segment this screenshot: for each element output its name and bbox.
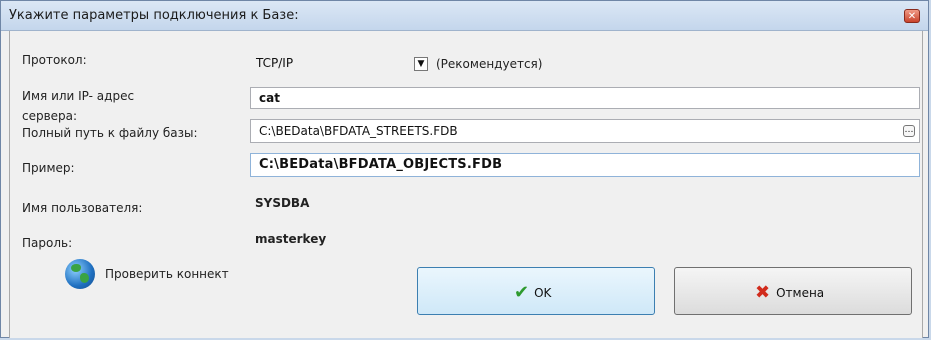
check-icon: ✔	[514, 282, 530, 303]
password-label: Пароль:	[22, 236, 73, 250]
check-connection-button[interactable]: Проверить коннект	[65, 257, 265, 297]
example-label: Пример:	[22, 161, 75, 175]
check-connection-label: Проверить коннект	[105, 267, 229, 281]
protocol-select[interactable]: TCP/IP ▼	[250, 53, 430, 75]
dialog-title: Укажите параметры подключения к Базе:	[9, 8, 299, 23]
globe-icon	[65, 259, 95, 289]
protocol-value: TCP/IP	[256, 56, 294, 70]
user-value: SYSDBA	[255, 196, 310, 210]
password-value: masterkey	[255, 232, 327, 246]
db-path-value: C:\BEData\BFDATA_STREETS.FDB	[259, 124, 458, 138]
close-button[interactable]: ✕	[904, 9, 920, 23]
user-label: Имя пользователя:	[22, 201, 143, 215]
browse-icon[interactable]: …	[903, 125, 915, 137]
db-path-label: Полный путь к файлу базы:	[22, 126, 198, 140]
cross-icon: ✖	[755, 282, 771, 303]
ok-button[interactable]: ✔ OK	[417, 267, 655, 315]
connection-dialog: Укажите параметры подключения к Базе: ✕ …	[0, 0, 929, 338]
chevron-down-icon[interactable]: ▼	[414, 57, 428, 71]
close-icon: ✕	[907, 11, 917, 22]
cancel-label: Отмена	[776, 285, 825, 300]
protocol-note: (Рекомендуется)	[436, 57, 543, 71]
cancel-button[interactable]: ✖ Отмена	[674, 267, 912, 315]
example-field: C:\BEData\BFDATA_OBJECTS.FDB	[250, 153, 920, 177]
protocol-label: Протокол:	[22, 53, 87, 67]
dialog-body: Протокол: TCP/IP ▼ (Рекомендуется) Имя и…	[9, 31, 923, 338]
server-value: cat	[259, 91, 280, 105]
db-path-input[interactable]: C:\BEData\BFDATA_STREETS.FDB …	[250, 119, 920, 143]
server-label-line2: сервера:	[22, 109, 78, 123]
server-label-line1: Имя или IP- адрес	[22, 89, 135, 103]
ok-label: OK	[534, 285, 552, 300]
server-input[interactable]: cat	[250, 87, 920, 109]
example-value: C:\BEData\BFDATA_OBJECTS.FDB	[259, 157, 503, 172]
title-bar[interactable]: Укажите параметры подключения к Базе: ✕	[1, 1, 928, 31]
